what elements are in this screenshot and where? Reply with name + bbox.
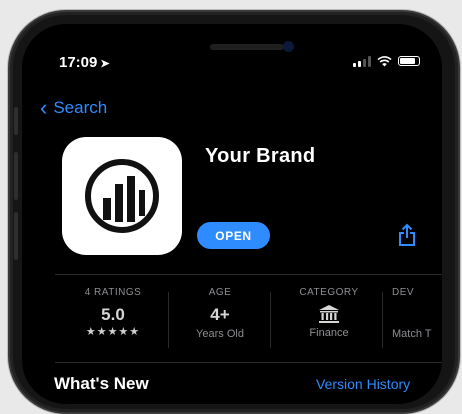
back-button[interactable]: ‹ Search [40, 97, 107, 119]
stat-separator [270, 292, 271, 348]
app-name: Your Brand [205, 145, 316, 167]
volume-up-button [14, 152, 18, 200]
share-icon[interactable] [398, 223, 416, 247]
stat-separator [382, 292, 383, 348]
speaker-grille [210, 44, 284, 50]
divider [55, 274, 442, 275]
app-icon [62, 137, 182, 255]
status-indicators [353, 55, 420, 67]
chevron-left-icon: ‹ [40, 95, 48, 120]
age-value: 4+ [210, 305, 230, 324]
category-sub: Finance [309, 327, 349, 339]
rating-stars: ★★★★★ [85, 326, 141, 338]
ratings-stat: 4 RATINGS 5.0 ★★★★★ [68, 287, 158, 338]
category-header: CATEGORY [299, 287, 359, 298]
developer-header: DEV [392, 287, 415, 298]
version-history-link[interactable]: Version History [316, 376, 410, 392]
whats-new-title: What's New [54, 374, 149, 393]
front-camera [283, 41, 294, 52]
divider [55, 362, 442, 363]
developer-stat: DEV Match T [392, 287, 442, 340]
signal-icon [353, 55, 371, 67]
app-store-screen: 17:09 ➤ ‹ Search Your Brand OPEN 4 RATIN… [22, 24, 442, 404]
brand-logo-icon [85, 159, 159, 233]
age-header: AGE [208, 287, 232, 298]
ratings-value: 5.0 [101, 305, 125, 324]
category-stat: CATEGORY Finance [284, 287, 374, 339]
volume-down-button [14, 212, 18, 260]
battery-icon [398, 56, 420, 66]
age-stat: AGE 4+ Years Old [180, 287, 260, 340]
bank-icon [284, 304, 374, 324]
status-time: 17:09 ➤ [59, 54, 110, 71]
stat-separator [168, 292, 169, 348]
developer-sub: Match T [392, 328, 432, 340]
ratings-header: 4 RATINGS [84, 287, 142, 298]
age-sub: Years Old [196, 328, 244, 340]
back-label: Search [53, 98, 108, 117]
open-button[interactable]: OPEN [197, 222, 270, 249]
mute-switch [14, 107, 18, 135]
location-icon: ➤ [100, 58, 110, 70]
wifi-icon [377, 55, 392, 66]
